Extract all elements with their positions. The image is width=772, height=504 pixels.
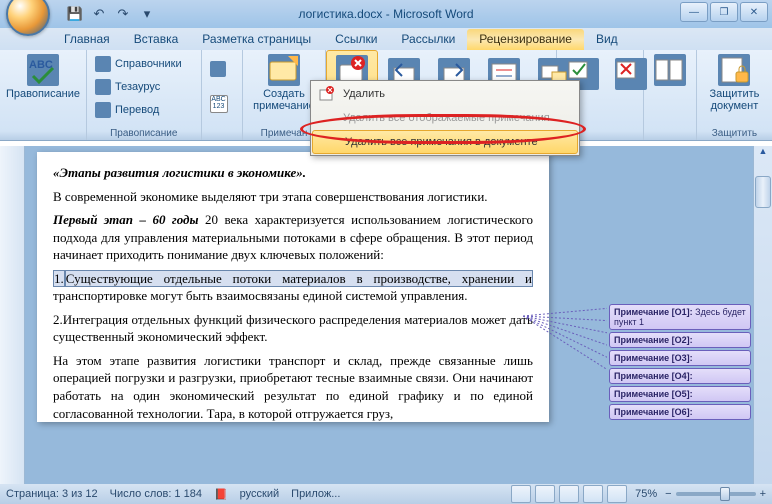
dropdown-delete[interactable]: Удалить bbox=[311, 81, 579, 107]
status-mode[interactable]: Прилож... bbox=[291, 488, 340, 500]
redo-icon[interactable]: ↷ bbox=[112, 3, 134, 25]
dropdown-delete-shown: Удалить все отображаемые примечания bbox=[311, 107, 579, 129]
zoom-in-button[interactable]: + bbox=[760, 488, 766, 500]
tab-mailings[interactable]: Рассылки bbox=[389, 29, 467, 50]
comment-range[interactable]: Существующие отдельные потоки материалов… bbox=[65, 270, 533, 287]
tab-insert[interactable]: Вставка bbox=[122, 29, 191, 50]
doc-para: Первый этап – 60 годы 20 века характериз… bbox=[53, 211, 533, 264]
minimize-button[interactable]: — bbox=[680, 2, 708, 22]
save-icon[interactable]: 💾 bbox=[64, 3, 86, 25]
translate-button[interactable]: Перевод bbox=[91, 100, 197, 120]
spelling-button[interactable]: ABC Правописание bbox=[4, 52, 82, 102]
tab-review[interactable]: Рецензирование bbox=[467, 29, 584, 50]
count-icon: ABC123 bbox=[210, 95, 228, 113]
status-proofing-icon[interactable]: 📕 bbox=[214, 488, 228, 501]
protect-document-button[interactable]: Защитить документ bbox=[701, 52, 768, 114]
word-count-button[interactable]: ABC123 bbox=[206, 93, 239, 115]
abc-check-icon: ABC bbox=[27, 54, 59, 86]
books-icon bbox=[95, 56, 111, 72]
translate-icon bbox=[95, 102, 111, 118]
undo-icon[interactable]: ↶ bbox=[88, 3, 110, 25]
view-draft[interactable] bbox=[607, 485, 627, 503]
tab-references[interactable]: Ссылки bbox=[323, 29, 389, 50]
status-language[interactable]: русский bbox=[240, 488, 279, 500]
doc-para: В современной экономике выделяют три эта… bbox=[53, 188, 533, 206]
view-print-layout[interactable] bbox=[511, 485, 531, 503]
new-comment-icon bbox=[268, 54, 300, 86]
set-language-button[interactable] bbox=[206, 59, 239, 79]
thesaurus-button[interactable]: Тезаурус bbox=[91, 77, 197, 97]
document-page[interactable]: «Этапы развития логистики в экономике». … bbox=[37, 152, 549, 422]
comment-balloon[interactable]: Примечание [О1]: Здесь будет пункт 1 bbox=[609, 304, 751, 330]
zoom-level[interactable]: 75% bbox=[635, 488, 657, 500]
spelling-label: Правописание bbox=[6, 88, 80, 100]
research-button[interactable]: Справочники bbox=[91, 54, 197, 74]
comment-balloon[interactable]: Примечание [О6]: bbox=[609, 404, 751, 420]
lock-icon bbox=[718, 54, 750, 86]
scroll-thumb[interactable] bbox=[755, 176, 771, 208]
close-button[interactable]: ✕ bbox=[740, 2, 768, 22]
doc-heading: «Этапы развития логистики в экономике». bbox=[53, 164, 533, 182]
status-page[interactable]: Страница: 3 из 12 bbox=[6, 488, 98, 500]
svg-text:ABC: ABC bbox=[29, 59, 53, 71]
doc-list-item: 1.Существующие отдельные потоки материал… bbox=[53, 270, 533, 305]
doc-list-item: 2.Интеграция отдельных функций физическо… bbox=[53, 311, 533, 346]
protect-label: Защитить документ bbox=[709, 88, 759, 112]
delete-icon bbox=[319, 86, 335, 102]
comments-panel: Примечание [О1]: Здесь будет пункт 1 При… bbox=[607, 298, 753, 484]
ribbon-tabs: Главная Вставка Разметка страницы Ссылки… bbox=[0, 28, 772, 50]
comment-balloon[interactable]: Примечание [О3]: bbox=[609, 350, 751, 366]
vertical-ruler[interactable] bbox=[0, 146, 25, 484]
comment-connector-lines bbox=[523, 306, 607, 396]
vertical-scrollbar[interactable]: ▲ bbox=[753, 146, 772, 484]
status-bar: Страница: 3 из 12 Число слов: 1 184 📕 ру… bbox=[0, 484, 772, 504]
maximize-button[interactable]: ❐ bbox=[710, 2, 738, 22]
qa-dropdown-icon[interactable]: ▾ bbox=[136, 3, 158, 25]
tab-home[interactable]: Главная bbox=[52, 29, 122, 50]
dropdown-delete-all[interactable]: Удалить все примечания в документе bbox=[312, 130, 578, 154]
comment-balloon[interactable]: Примечание [О4]: bbox=[609, 368, 751, 384]
view-outline[interactable] bbox=[583, 485, 603, 503]
doc-para: На этом этапе развития логистики транспо… bbox=[53, 352, 533, 422]
view-web-layout[interactable] bbox=[559, 485, 579, 503]
new-comment-label: Создать примечание bbox=[253, 88, 315, 112]
comment-range[interactable]: 1. bbox=[53, 270, 65, 287]
status-word-count[interactable]: Число слов: 1 184 bbox=[110, 488, 202, 500]
tab-page-layout[interactable]: Разметка страницы bbox=[190, 29, 323, 50]
proofing-group-title: Правописание bbox=[87, 128, 201, 139]
compare-icon bbox=[654, 54, 686, 86]
comment-balloon[interactable]: Примечание [О5]: bbox=[609, 386, 751, 402]
compare-button[interactable] bbox=[648, 52, 692, 90]
reject-icon bbox=[615, 58, 647, 90]
globe-icon bbox=[210, 61, 226, 77]
tab-view[interactable]: Вид bbox=[584, 29, 630, 50]
comment-balloon[interactable]: Примечание [О2]: bbox=[609, 332, 751, 348]
protect-group-title: Защитить bbox=[697, 128, 772, 139]
thesaurus-icon bbox=[95, 79, 111, 95]
window-title: логистика.docx - Microsoft Word bbox=[298, 7, 473, 21]
delete-comment-dropdown: Удалить Удалить все отображаемые примеча… bbox=[310, 80, 580, 156]
view-full-screen[interactable] bbox=[535, 485, 555, 503]
zoom-out-button[interactable]: − bbox=[665, 488, 671, 500]
quick-access-toolbar: 💾 ↶ ↷ ▾ bbox=[64, 3, 158, 25]
zoom-slider[interactable] bbox=[676, 492, 756, 496]
zoom-slider-thumb[interactable] bbox=[720, 487, 730, 501]
